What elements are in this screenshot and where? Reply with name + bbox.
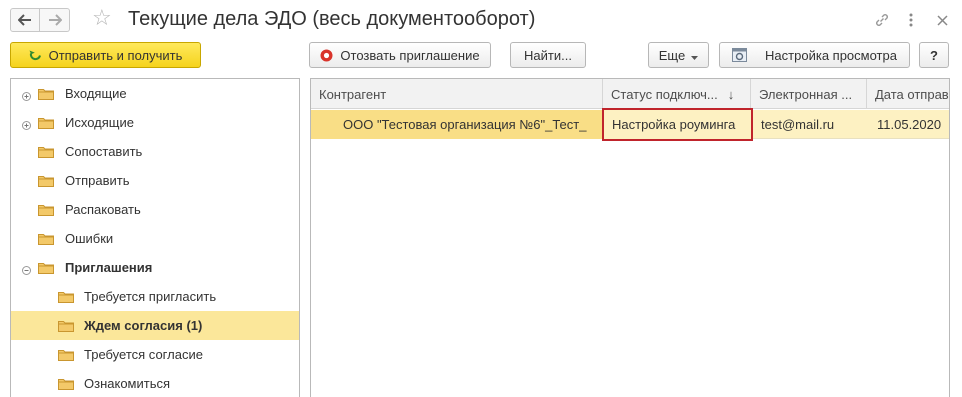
- more-vertical-icon[interactable]: [901, 10, 921, 30]
- page-title: Текущие дела ЭДО (весь документооборот): [128, 8, 536, 30]
- folder-icon: [58, 349, 74, 361]
- tree-item-label: Распаковать: [65, 202, 141, 217]
- more-button[interactable]: Еще: [648, 42, 709, 68]
- find-label: Найти...: [524, 47, 572, 63]
- cell-email[interactable]: test@mail.ru: [753, 110, 867, 139]
- back-button[interactable]: [10, 8, 40, 32]
- link-icon[interactable]: [872, 10, 892, 30]
- tree-item[interactable]: Ознакомиться: [11, 369, 299, 397]
- tree-item[interactable]: Ошибки: [11, 224, 299, 253]
- tree-item-label: Ознакомиться: [84, 376, 171, 391]
- refresh-icon: [29, 49, 42, 62]
- folder-icon: [38, 204, 54, 216]
- tree-item-label: Входящие: [65, 86, 127, 101]
- settings-window-icon: [732, 48, 748, 62]
- folder-icon: [38, 233, 54, 245]
- tree-item[interactable]: Сопоставить: [11, 137, 299, 166]
- column-header-date[interactable]: Дата отправ: [867, 79, 949, 109]
- forward-arrow-icon: [48, 14, 62, 26]
- folder-icon: [58, 378, 74, 390]
- folder-tree: Входящие Исходящие Сопоставить Отправить Рас…: [10, 78, 300, 397]
- tree-item-label: Требуется согласие: [84, 347, 203, 362]
- expand-icon[interactable]: [22, 89, 31, 101]
- column-header-counterparty[interactable]: Контрагент: [311, 79, 603, 109]
- folder-icon: [38, 146, 54, 158]
- send-receive-label: Отправить и получить: [48, 47, 183, 63]
- grid-header: Контрагент Статус подключ... ↓ Электронн…: [311, 79, 949, 109]
- help-button[interactable]: ?: [919, 42, 949, 68]
- tree-item[interactable]: Ждем согласия (1): [11, 311, 299, 340]
- stop-icon: [320, 49, 333, 62]
- sort-descending-icon: ↓: [727, 86, 735, 102]
- forward-button[interactable]: [40, 8, 70, 32]
- table-row[interactable]: ООО "Тестовая организация №6"_Тест_ Наст…: [311, 108, 949, 141]
- send-receive-button[interactable]: Отправить и получить: [10, 42, 201, 68]
- back-arrow-icon: [18, 14, 31, 26]
- documents-grid: Контрагент Статус подключ... ↓ Электронн…: [310, 78, 950, 397]
- tree-item[interactable]: Требуется пригласить: [11, 282, 299, 311]
- tree-item[interactable]: Требуется согласие: [11, 340, 299, 369]
- tree-item-label: Исходящие: [65, 115, 134, 130]
- expand-icon[interactable]: [22, 118, 31, 130]
- help-label: ?: [930, 47, 938, 63]
- view-settings-label: Настройка просмотра: [765, 47, 897, 63]
- revoke-invitation-button[interactable]: Отозвать приглашение: [309, 42, 491, 68]
- tree-item-label: Приглашения: [65, 260, 153, 275]
- find-button[interactable]: Найти...: [510, 42, 586, 68]
- collapse-icon[interactable]: [22, 263, 31, 275]
- folder-icon: [38, 117, 54, 129]
- more-label: Еще: [658, 47, 686, 63]
- tree-item[interactable]: Отправить: [11, 166, 299, 195]
- tree-item[interactable]: Исходящие: [11, 108, 299, 137]
- tree-item[interactable]: Входящие: [11, 79, 299, 108]
- tree-item-label: Ошибки: [65, 231, 114, 246]
- view-settings-button[interactable]: Настройка просмотра: [719, 42, 910, 68]
- folder-icon: [38, 88, 54, 100]
- dropdown-arrow-icon: [691, 48, 699, 63]
- tree-item-label: Требуется пригласить: [84, 289, 217, 304]
- title-bar: ☆ Текущие дела ЭДО (весь документооборот…: [0, 0, 962, 40]
- cell-status-highlighted[interactable]: Настройка роуминга: [602, 108, 753, 141]
- folder-icon: [58, 291, 74, 303]
- folder-icon: [38, 262, 54, 274]
- column-header-email[interactable]: Электронная ...: [751, 79, 867, 109]
- close-icon[interactable]: [932, 10, 952, 30]
- revoke-invitation-label: Отозвать приглашение: [340, 47, 480, 63]
- cell-counterparty[interactable]: ООО "Тестовая организация №6"_Тест_: [311, 110, 603, 139]
- tree-item-label: Отправить: [65, 173, 130, 188]
- tree-item-label: Сопоставить: [65, 144, 143, 159]
- tree-item-label: Ждем согласия (1): [84, 318, 203, 333]
- tree-item[interactable]: Распаковать: [11, 195, 299, 224]
- tree-item[interactable]: Приглашения: [11, 253, 299, 282]
- cell-date[interactable]: 11.05.2020: [867, 110, 949, 139]
- star-icon[interactable]: ☆: [92, 6, 112, 30]
- folder-icon: [38, 175, 54, 187]
- column-header-status[interactable]: Статус подключ... ↓: [603, 79, 751, 109]
- folder-icon: [58, 320, 74, 332]
